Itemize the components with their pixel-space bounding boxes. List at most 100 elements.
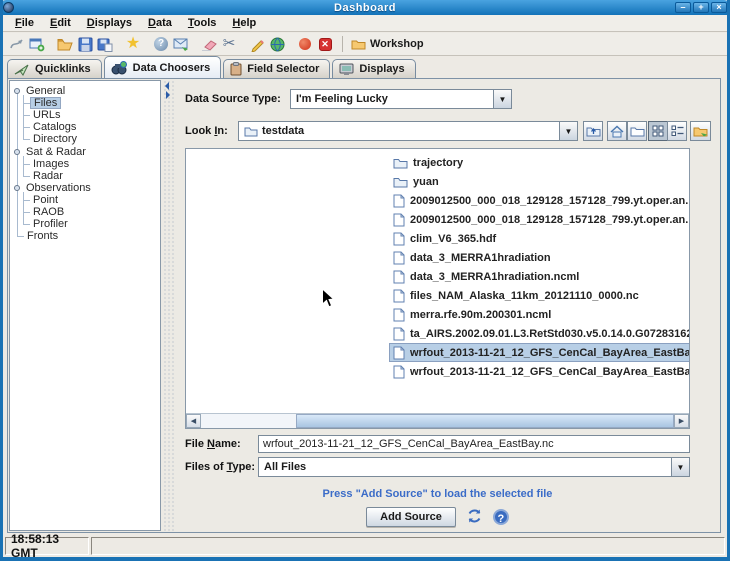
edit-pencil-icon[interactable] — [248, 35, 266, 53]
chevron-down-icon[interactable]: ▼ — [671, 458, 689, 476]
file-row[interactable]: wrfout_2013-11-21_12_GFS_CenCal_BayArea_… — [389, 362, 689, 381]
add-source-button[interactable]: Add Source — [366, 507, 456, 527]
tree-item-radar[interactable]: Radar — [10, 170, 160, 182]
file-row[interactable]: merra.rfe.90m.200301.ncml — [389, 305, 555, 324]
new-folder-button[interactable] — [627, 121, 647, 141]
menu-data[interactable]: Data — [140, 16, 180, 30]
menu-tools[interactable]: Tools — [180, 16, 225, 30]
file-row[interactable]: trajectory — [389, 153, 467, 172]
collapse-left-icon[interactable] — [165, 82, 169, 90]
stop-icon[interactable]: ✕ — [316, 35, 334, 53]
menu-displays[interactable]: Displays — [79, 16, 140, 30]
up-level-button[interactable] — [583, 121, 603, 141]
save-copy-icon[interactable] — [96, 35, 114, 53]
favorite-star-icon[interactable]: ★ — [124, 35, 142, 53]
tiles-view-toggle[interactable] — [648, 121, 668, 141]
scrollbar-track[interactable] — [201, 414, 674, 428]
look-in-combo[interactable]: testdata ▼ — [238, 121, 578, 141]
file-name-input[interactable]: wrfout_2013-11-21_12_GFS_CenCal_BayArea_… — [258, 435, 690, 453]
tree-expand-knob-icon[interactable] — [14, 185, 20, 191]
tab-field-selector[interactable]: Field Selector — [223, 59, 330, 78]
close-button[interactable]: × — [711, 2, 727, 13]
tree-item-directory[interactable]: Directory — [10, 133, 160, 145]
tree-item-general[interactable]: General — [10, 85, 160, 97]
new-window-icon[interactable] — [28, 35, 46, 53]
workshop-button[interactable]: Workshop — [351, 38, 424, 50]
file-row[interactable]: 2009012500_000_018_129128_157128_799.yt.… — [389, 191, 689, 210]
workshop-folder-icon — [351, 38, 366, 50]
globe-icon[interactable] — [268, 35, 286, 53]
file-row[interactable]: 2009012500_000_018_129128_157128_799.yt.… — [389, 210, 689, 229]
maximize-button[interactable]: + — [693, 2, 709, 13]
tab-bar: Quicklinks Data Choosers Field Selector … — [3, 56, 727, 78]
tree-expand-knob-icon[interactable] — [14, 149, 20, 155]
scroll-right-icon[interactable]: ▶ — [674, 414, 689, 428]
open-folder-icon[interactable] — [56, 35, 74, 53]
cut-icon[interactable]: ✂ — [220, 35, 238, 53]
pencil-glyph — [250, 37, 265, 52]
tab-displays[interactable]: Displays — [332, 59, 415, 78]
title-bar[interactable]: Dashboard – + × — [0, 0, 730, 15]
details-view-toggle[interactable] — [667, 121, 687, 141]
load-directory-button[interactable] — [690, 121, 711, 141]
record-glyph — [299, 38, 311, 50]
folder-icon — [244, 126, 258, 137]
new-folder-icon — [630, 125, 645, 137]
tree-item-images[interactable]: Images — [10, 158, 160, 170]
save-glyph — [78, 37, 93, 52]
file-row[interactable]: clim_V6_365.hdf — [389, 229, 500, 248]
horizontal-scrollbar[interactable]: ◀ ▶ — [186, 413, 689, 428]
chevron-down-icon[interactable]: ▼ — [493, 90, 511, 108]
file-row[interactable]: ta_AIRS.2002.09.01.L3.RetStd030.v5.0.14.… — [389, 324, 689, 343]
eraser-icon[interactable] — [200, 35, 218, 53]
tree-item-point[interactable]: Point — [10, 194, 160, 206]
menu-file[interactable]: File — [7, 16, 42, 30]
tree-item-profiler[interactable]: Profiler — [10, 218, 160, 230]
tree-item-catalogs[interactable]: Catalogs — [10, 121, 160, 133]
file-row[interactable]: data_3_MERRA1hradiation — [389, 248, 555, 267]
window-title: Dashboard — [0, 2, 730, 14]
file-row[interactable]: files_NAM_Alaska_11km_20121110_0000.nc — [389, 286, 643, 305]
data-source-type-combo[interactable]: I'm Feeling Lucky ▼ — [290, 89, 512, 109]
tree-item-files[interactable]: Files — [10, 97, 160, 109]
tree-item-urls[interactable]: URLs — [10, 109, 160, 121]
chevron-down-icon[interactable]: ▼ — [559, 122, 577, 140]
save-icon[interactable] — [76, 35, 94, 53]
tree-item-fronts[interactable]: Fronts — [10, 230, 160, 242]
scrollbar-thumb[interactable] — [296, 414, 674, 428]
chooser-tree-panel: General Files URLs Catalogs Directory Sa… — [9, 80, 161, 531]
tree-item-observations[interactable]: Observations — [10, 182, 160, 194]
record-icon[interactable] — [296, 35, 314, 53]
send-icon[interactable] — [172, 35, 190, 53]
menu-help[interactable]: Help — [224, 16, 264, 30]
tab-data-choosers[interactable]: Data Choosers — [104, 56, 222, 78]
tab-quicklinks[interactable]: Quicklinks — [7, 59, 102, 78]
draw-icon[interactable] — [8, 35, 26, 53]
star-glyph: ★ — [126, 37, 140, 51]
file-row[interactable]: data_3_MERRA1hradiation.ncml — [389, 267, 583, 286]
file-icon — [393, 365, 405, 379]
file-row[interactable]: yuan — [389, 172, 443, 191]
help-icon[interactable]: ? — [152, 35, 170, 53]
draw-glyph — [9, 36, 25, 52]
refresh-button[interactable] — [466, 508, 483, 527]
tree-expand-knob-icon[interactable] — [14, 88, 20, 94]
monitor-icon — [339, 63, 354, 76]
tree-item-raob[interactable]: RAOB — [10, 206, 160, 218]
refresh-icon — [466, 508, 483, 524]
files-of-type-combo[interactable]: All Files ▼ — [258, 457, 690, 477]
file-rows: trajectory yuan 2009012500_000_018_12912… — [389, 153, 689, 381]
minimize-button[interactable]: – — [675, 2, 691, 13]
collapse-right-icon[interactable] — [166, 91, 170, 99]
tiles-view-icon — [652, 125, 665, 137]
file-row-selected[interactable]: wrfout_2013-11-21_12_GFS_CenCal_BayArea_… — [389, 343, 689, 362]
menu-edit[interactable]: Edit — [42, 16, 79, 30]
home-button[interactable] — [607, 121, 627, 141]
file-icon — [393, 289, 405, 303]
action-row: Add Source ? — [185, 507, 690, 527]
help-button[interactable]: ? — [493, 509, 509, 525]
scroll-left-icon[interactable]: ◀ — [186, 414, 201, 428]
split-divider[interactable] — [163, 80, 175, 531]
tree-item-sat-radar[interactable]: Sat & Radar — [10, 146, 160, 158]
data-source-type-label: Data Source Type: — [185, 93, 281, 105]
